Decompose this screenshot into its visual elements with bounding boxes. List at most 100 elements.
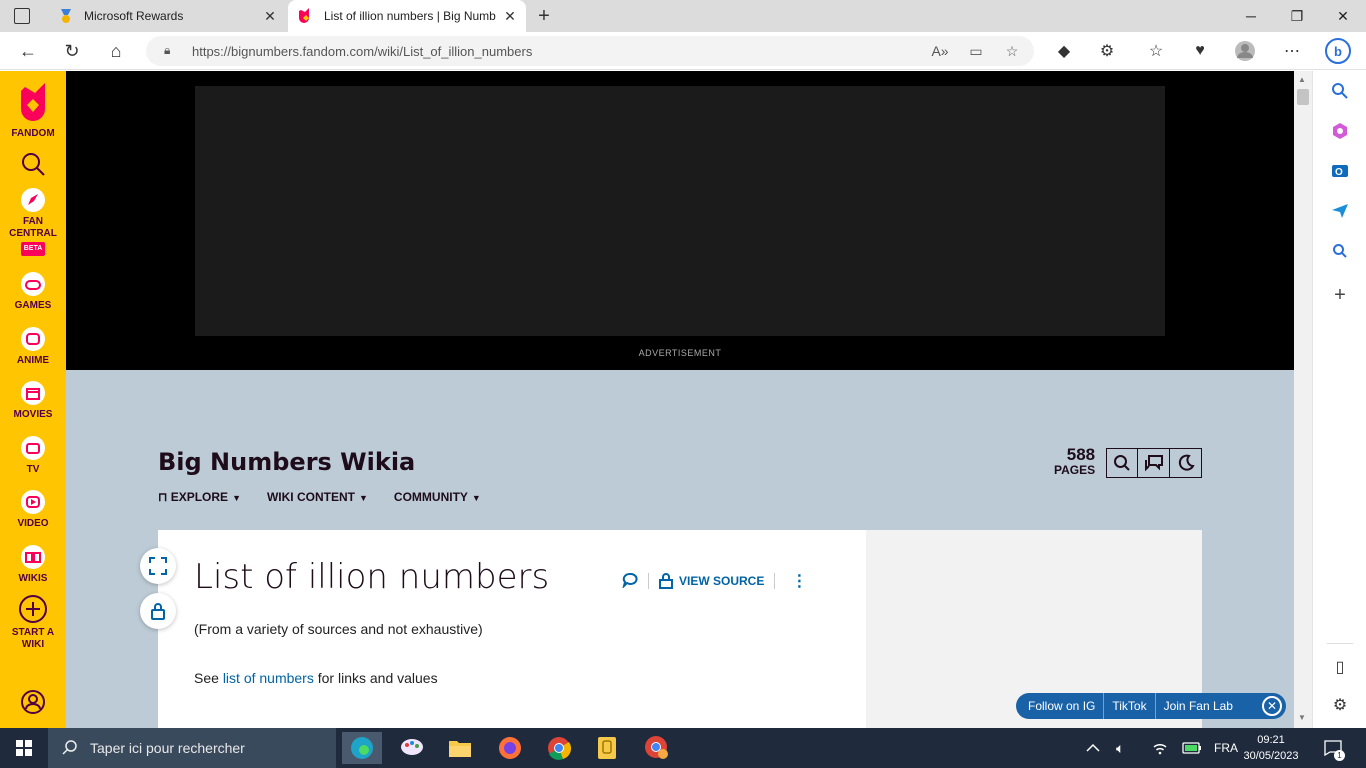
wiki-name[interactable]: Big Numbers Wikia [158,448,415,476]
scroll-down-arrow-icon[interactable]: ▼ [1298,713,1306,722]
follow-ig-link[interactable]: Follow on IG [1016,693,1105,719]
extension-ghost-icon[interactable]: ◆ [1048,35,1080,67]
profile-avatar-icon[interactable] [1229,35,1261,67]
favorites-icon[interactable]: ☆ [1140,35,1172,67]
controller-icon [21,272,45,296]
wiki-tools [1106,448,1202,478]
file-explorer-taskbar-icon[interactable] [440,732,480,764]
sticky-notes-taskbar-icon[interactable] [587,732,627,764]
expand-fullscreen-icon[interactable] [140,548,176,584]
search-icon[interactable] [0,151,66,180]
discussions-icon[interactable] [1138,448,1170,478]
wifi-icon[interactable] [1152,728,1168,768]
user-account-icon[interactable] [0,689,66,718]
page-title: List of illion numbers [194,557,550,597]
tab-actions-icon[interactable] [14,8,30,24]
close-window-button[interactable]: ✕ [1320,0,1366,32]
nav-wiki-content[interactable]: WIKI CONTENT ▼ [267,490,368,504]
divider [774,573,776,589]
sidebar-item-movies[interactable]: MOVIES [0,380,66,421]
ad-label: ADVERTISEMENT [638,348,722,358]
minimize-button[interactable]: ─ [1228,0,1274,32]
office-icon[interactable] [1326,117,1354,145]
clapper-icon [21,381,45,405]
taskbar-clock[interactable]: 09:21 30/05/2023 [1234,732,1308,764]
bing-chat-icon[interactable]: b [1322,35,1354,67]
extensions-puzzle-icon[interactable]: ⚙ [1091,35,1123,67]
bing-search-icon[interactable] [1326,237,1354,265]
taskbar-search-box[interactable]: Taper ici pour rechercher [48,728,336,768]
sidebar-item-anime[interactable]: ANIME [0,326,66,367]
home-icon[interactable]: ⌂ [100,35,132,67]
chrome-taskbar-icon[interactable] [539,732,579,764]
hide-sidebar-icon[interactable]: ▯ [1326,653,1354,681]
tab-illion-numbers[interactable]: List of illion numbers | Big Numb ✕ [288,0,526,32]
close-tab-icon[interactable]: ✕ [500,8,520,25]
dark-mode-moon-icon[interactable] [1170,448,1202,478]
immersive-reader-icon[interactable]: ▭ [964,40,988,62]
sidebar-settings-gear-icon[interactable]: ⚙ [1326,691,1354,719]
fandom-flame-icon [298,8,314,24]
beta-badge: BETA [20,242,46,256]
list-of-numbers-link[interactable]: list of numbers [223,670,314,686]
fandom-logo[interactable]: FANDOM [0,79,66,140]
ad-slot[interactable] [195,86,1165,336]
sidebar-item-games[interactable]: GAMES [0,271,66,312]
scroll-thumb[interactable] [1297,89,1309,105]
page-count-number: 588 [1066,445,1096,464]
chevron-down-icon: ▼ [358,493,368,503]
notification-center-icon[interactable]: 1 [1324,728,1345,768]
chevron-down-icon: ▼ [232,493,241,503]
back-arrow-icon[interactable]: ← [12,35,44,67]
page-count-label: PAGES [1054,463,1096,477]
close-banner-icon[interactable]: ✕ [1262,696,1282,716]
tiktok-link[interactable]: TikTok [1104,693,1156,719]
chrome-profile-taskbar-icon[interactable] [637,732,677,764]
sidebar-item-fan-central[interactable]: FAN CENTRAL BETA [0,187,66,256]
anime-face-icon [21,327,45,351]
windows-start-icon[interactable] [0,728,48,768]
view-source-button[interactable]: VIEW SOURCE [659,573,764,589]
sidebar-search-icon[interactable] [1326,77,1354,105]
edge-taskbar-icon[interactable] [342,732,382,764]
add-sidebar-app-icon[interactable]: + [1326,281,1354,309]
rewards-medal-icon [58,8,74,24]
sidebar-item-video[interactable]: VIDEO [0,489,66,530]
wiki-search-icon[interactable] [1106,448,1138,478]
refresh-icon[interactable]: ↻ [56,35,88,67]
lock-icon[interactable]: 🔒︎ [164,43,170,58]
tab-microsoft-rewards[interactable]: Microsoft Rewards ✕ [48,0,286,32]
battery-icon[interactable] [1182,728,1202,768]
talk-bubble-icon[interactable] [622,572,638,591]
browser-essentials-heart-icon[interactable]: ♥ [1184,35,1216,67]
firefox-taskbar-icon[interactable] [490,732,530,764]
join-fan-lab-link[interactable]: Join Fan Lab [1156,693,1241,719]
play-icon [21,490,45,514]
add-favorite-icon[interactable]: ☆ [1000,40,1024,62]
nav-explore[interactable]: ⊓ EXPLORE ▼ [158,490,241,504]
drop-send-icon[interactable] [1326,197,1354,225]
nav-community[interactable]: COMMUNITY ▼ [394,490,481,504]
more-options-icon[interactable]: ⋯ [1276,35,1308,67]
close-tab-icon[interactable]: ✕ [260,8,280,25]
page-lock-icon[interactable] [140,593,176,629]
sidebar-item-start-a-wiki[interactable]: START A WIKI [0,594,66,651]
scroll-up-arrow-icon[interactable]: ▲ [1298,75,1306,84]
outlook-icon[interactable]: O [1326,157,1354,185]
tab-bar: Microsoft Rewards ✕ List of illion numbe… [0,0,1366,32]
fandom-logo-label: FANDOM [11,128,55,139]
paint-taskbar-icon[interactable] [392,732,432,764]
book-icon [21,545,45,569]
new-tab-button[interactable]: + [532,4,556,28]
show-hidden-icons-chevron-icon[interactable] [1086,728,1100,768]
restore-button[interactable]: ❐ [1274,0,1320,32]
volume-icon[interactable]: 🔈︎ [1116,728,1124,768]
wiki-nav: ⊓ EXPLORE ▼ WIKI CONTENT ▼ COMMUNITY ▼ [158,490,481,504]
clock-time: 09:21 [1257,734,1285,746]
read-aloud-icon[interactable]: A» [928,40,952,62]
sidebar-item-wikis[interactable]: WIKIS [0,544,66,585]
page-scrollbar[interactable]: ▲ ▼ [1294,71,1312,728]
sidebar-item-tv[interactable]: TV [0,435,66,476]
more-actions-kebab-icon[interactable]: ⋮ [785,571,813,591]
address-field[interactable]: 🔒︎ https://bignumbers.fandom.com/wiki/Li… [146,36,1034,66]
